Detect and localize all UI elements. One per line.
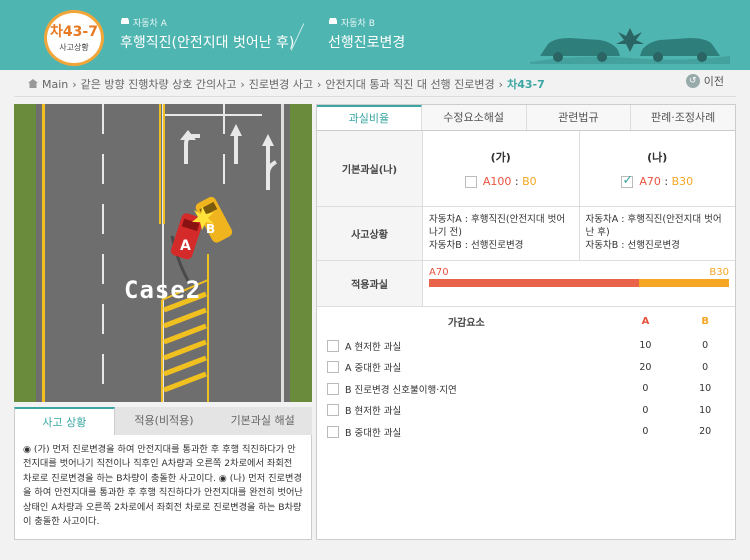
home-icon[interactable] (28, 78, 38, 91)
factor-checkbox[interactable] (327, 404, 339, 417)
prev-button[interactable]: ↺ 이전 (685, 73, 724, 89)
applied-fault-bar-cell: A70 B30 (423, 261, 735, 306)
badge-sub: 사고상황 (59, 42, 89, 52)
option-ga-title: (가) (490, 151, 511, 164)
option-ga: (가) A100 : B0 (423, 131, 580, 206)
factor-row[interactable]: A 중대한 과실 20 0 (317, 357, 735, 379)
option-na-a: A70 (639, 175, 661, 188)
car-b-label: 자동차 B (328, 16, 375, 29)
factor-list: A 현저한 과실 10 0 A 중대한 과실 20 0 B 진로변경 신호불이행… (317, 335, 735, 443)
factor-row[interactable]: B 중대한 과실 0 20 (317, 421, 735, 443)
tab-fault-ratio[interactable]: 과실비율 (317, 105, 422, 130)
option-ga-b: B0 (522, 175, 537, 188)
car-a-title: 후행직진(안전지대 벗어난 후) (120, 35, 295, 51)
header: 차43-7 사고상황 자동차 A 후행직진(안전지대 벗어난 후) 자동차 B … (0, 0, 750, 70)
divider (14, 96, 736, 97)
tab-related-law[interactable]: 관련법규 (526, 105, 632, 130)
factor-checkbox[interactable] (327, 361, 339, 374)
fault-bar-a (429, 279, 639, 287)
car-icon (120, 17, 130, 28)
breadcrumb-type[interactable]: 안전지대 통과 직진 대 선행 진로변경 (325, 76, 494, 92)
applied-a: A70 (429, 267, 449, 278)
factor-checkbox[interactable] (327, 339, 339, 352)
case-badge: 차43-7 사고상황 (44, 10, 104, 66)
option-na-b: B30 (671, 175, 694, 188)
tab-modifier-explanation[interactable]: 수정요소해설 (421, 105, 527, 130)
car-b-title: 선행진로변경 (328, 35, 406, 51)
applied-fault-row: 적용과실 A70 B30 (317, 261, 735, 307)
fault-panel: 과실비율 수정요소해설 관련법규 판례·조정사례 기본과실(나) (가) A10… (316, 104, 736, 540)
road-diagram (14, 104, 312, 402)
situation-label: 사고상황 (317, 207, 423, 260)
option-ga-a: A100 (482, 175, 512, 188)
option-na-choice[interactable]: A70 : B30 (621, 173, 694, 188)
tab-basic-fault-explanation[interactable]: 기본과실 해설 (213, 407, 312, 435)
situation-ga: 자동차A : 후행직진(안전지대 벗어나기 전) 자동차B : 선행진로변경 (423, 207, 580, 260)
chevron-right-icon: › (498, 77, 504, 91)
option-ga-checkbox[interactable] (464, 175, 477, 188)
breadcrumb-main[interactable]: Main (42, 78, 68, 91)
car-crash-illustration (530, 28, 730, 64)
situation-na: 자동차A : 후행직진(안전지대 벗어난 후) 자동차B : 선행진로변경 (585, 214, 722, 251)
tab-precedents[interactable]: 판례·조정사례 (631, 105, 735, 130)
option-na-checkbox[interactable] (621, 173, 634, 188)
car-icon (328, 17, 338, 28)
applied-b: B30 (709, 267, 729, 278)
accident-scene: A B Case2 (14, 104, 312, 402)
breadcrumb-current: 차43-7 (507, 78, 545, 91)
factor-checkbox[interactable] (327, 382, 339, 395)
breadcrumb-subcategory[interactable]: 진로변경 사고 (249, 76, 313, 92)
tab-applicability[interactable]: 적용(비적용) (115, 407, 214, 435)
factor-checkbox[interactable] (327, 425, 339, 438)
option-na-title: (나) (647, 151, 668, 164)
chevron-right-icon: › (72, 77, 77, 91)
basic-fault-label: 기본과실(나) (317, 131, 423, 206)
car-a-label: 자동차 A (120, 16, 167, 29)
situation-description: ◉ (가) 먼저 진로변경을 하여 안전지대를 통과한 후 후행 직진하다가 안… (14, 435, 312, 540)
back-icon: ↺ (685, 74, 700, 88)
badge-code: 차43-7 (50, 23, 98, 40)
option-na: (나) A70 : B30 (580, 131, 736, 206)
situation-row: 사고상황 자동차A : 후행직진(안전지대 벗어나기 전) 자동차B : 선행진… (317, 207, 735, 261)
factors-header: 가감요소 A B (447, 315, 709, 329)
case-label: Case2 (124, 276, 202, 304)
chevron-right-icon: › (240, 77, 245, 91)
car-a-marker: A (180, 238, 191, 254)
car-b-marker: B (206, 222, 216, 236)
breadcrumb-category[interactable]: 같은 방향 진행차량 상호 간의사고 (81, 76, 237, 92)
option-ga-choice[interactable]: A100 : B0 (464, 175, 537, 188)
tab-accident-situation[interactable]: 사고 상황 (14, 407, 115, 435)
factor-row[interactable]: A 현저한 과실 10 0 (317, 335, 735, 357)
panel-tabs: 과실비율 수정요소해설 관련법규 판례·조정사례 (317, 105, 735, 131)
factor-row[interactable]: B 진로변경 신호불이행·지연 0 10 (317, 378, 735, 400)
basic-fault-row: 기본과실(나) (가) A100 : B0 (나) A70 : B30 (317, 131, 735, 207)
breadcrumb: Main › 같은 방향 진행차량 상호 간의사고 › 진로변경 사고 › 안전… (28, 76, 545, 92)
fault-bar-b (639, 279, 729, 287)
fault-ratio-bar (429, 279, 729, 287)
chevron-right-icon: › (316, 77, 322, 91)
scene-tabs: 사고 상황 적용(비적용) 기본과실 해설 (14, 407, 312, 435)
factor-row[interactable]: B 현저한 과실 0 10 (317, 400, 735, 422)
applied-fault-label: 적용과실 (317, 261, 423, 306)
